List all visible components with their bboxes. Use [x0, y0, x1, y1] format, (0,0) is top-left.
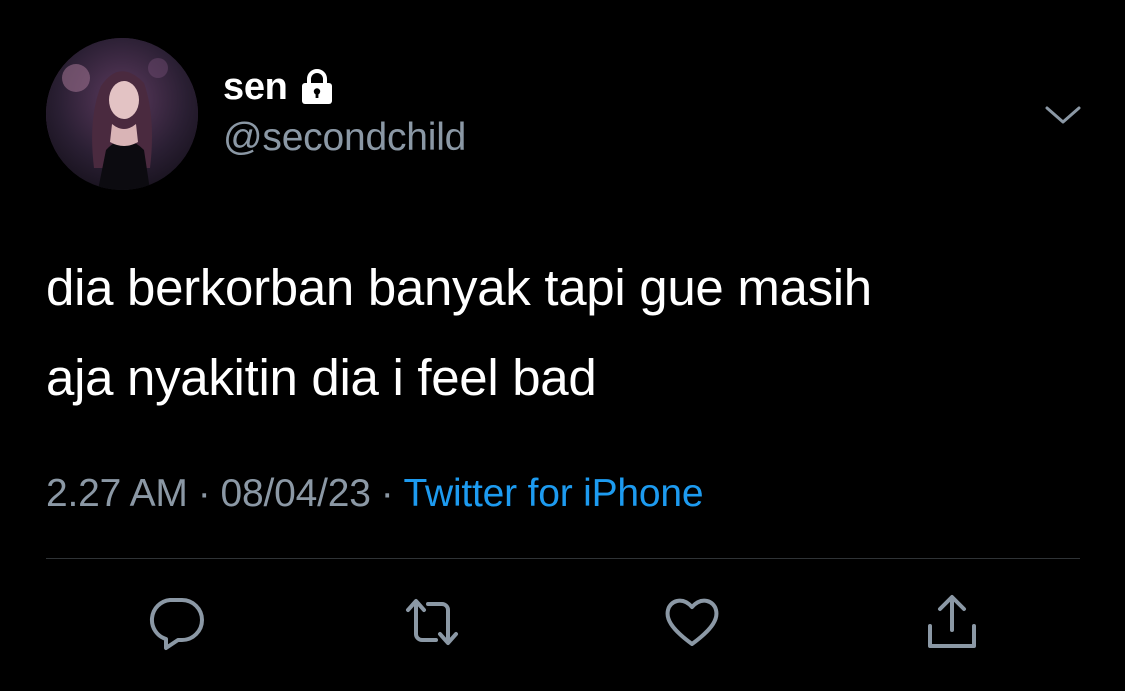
meta-separator: ·: [380, 472, 394, 515]
tweet-source-link[interactable]: Twitter for iPhone: [404, 472, 704, 515]
lock-icon: [300, 69, 334, 105]
tweet-time: 2.27 AM: [46, 472, 188, 515]
meta-separator: ·: [197, 472, 211, 515]
like-icon[interactable]: [660, 590, 724, 654]
tweet-date: 08/04/23: [220, 472, 371, 515]
divider: [46, 558, 1080, 559]
display-name[interactable]: sen: [223, 66, 288, 109]
action-bar: [0, 590, 1125, 660]
avatar[interactable]: [46, 38, 198, 190]
author-handle[interactable]: @secondchild: [223, 116, 466, 160]
retweet-icon[interactable]: [400, 590, 464, 654]
chevron-down-icon[interactable]: [1043, 100, 1083, 128]
share-icon[interactable]: [920, 590, 984, 654]
author-name-row: sen: [223, 62, 334, 112]
reply-icon[interactable]: [144, 590, 208, 654]
avatar-photo: [46, 38, 198, 190]
tweet-text: dia berkorban banyak tapi gue masih aja …: [46, 259, 872, 406]
tweet-meta: 2.27 AM · 08/04/23 · Twitter for iPhone: [46, 472, 704, 516]
